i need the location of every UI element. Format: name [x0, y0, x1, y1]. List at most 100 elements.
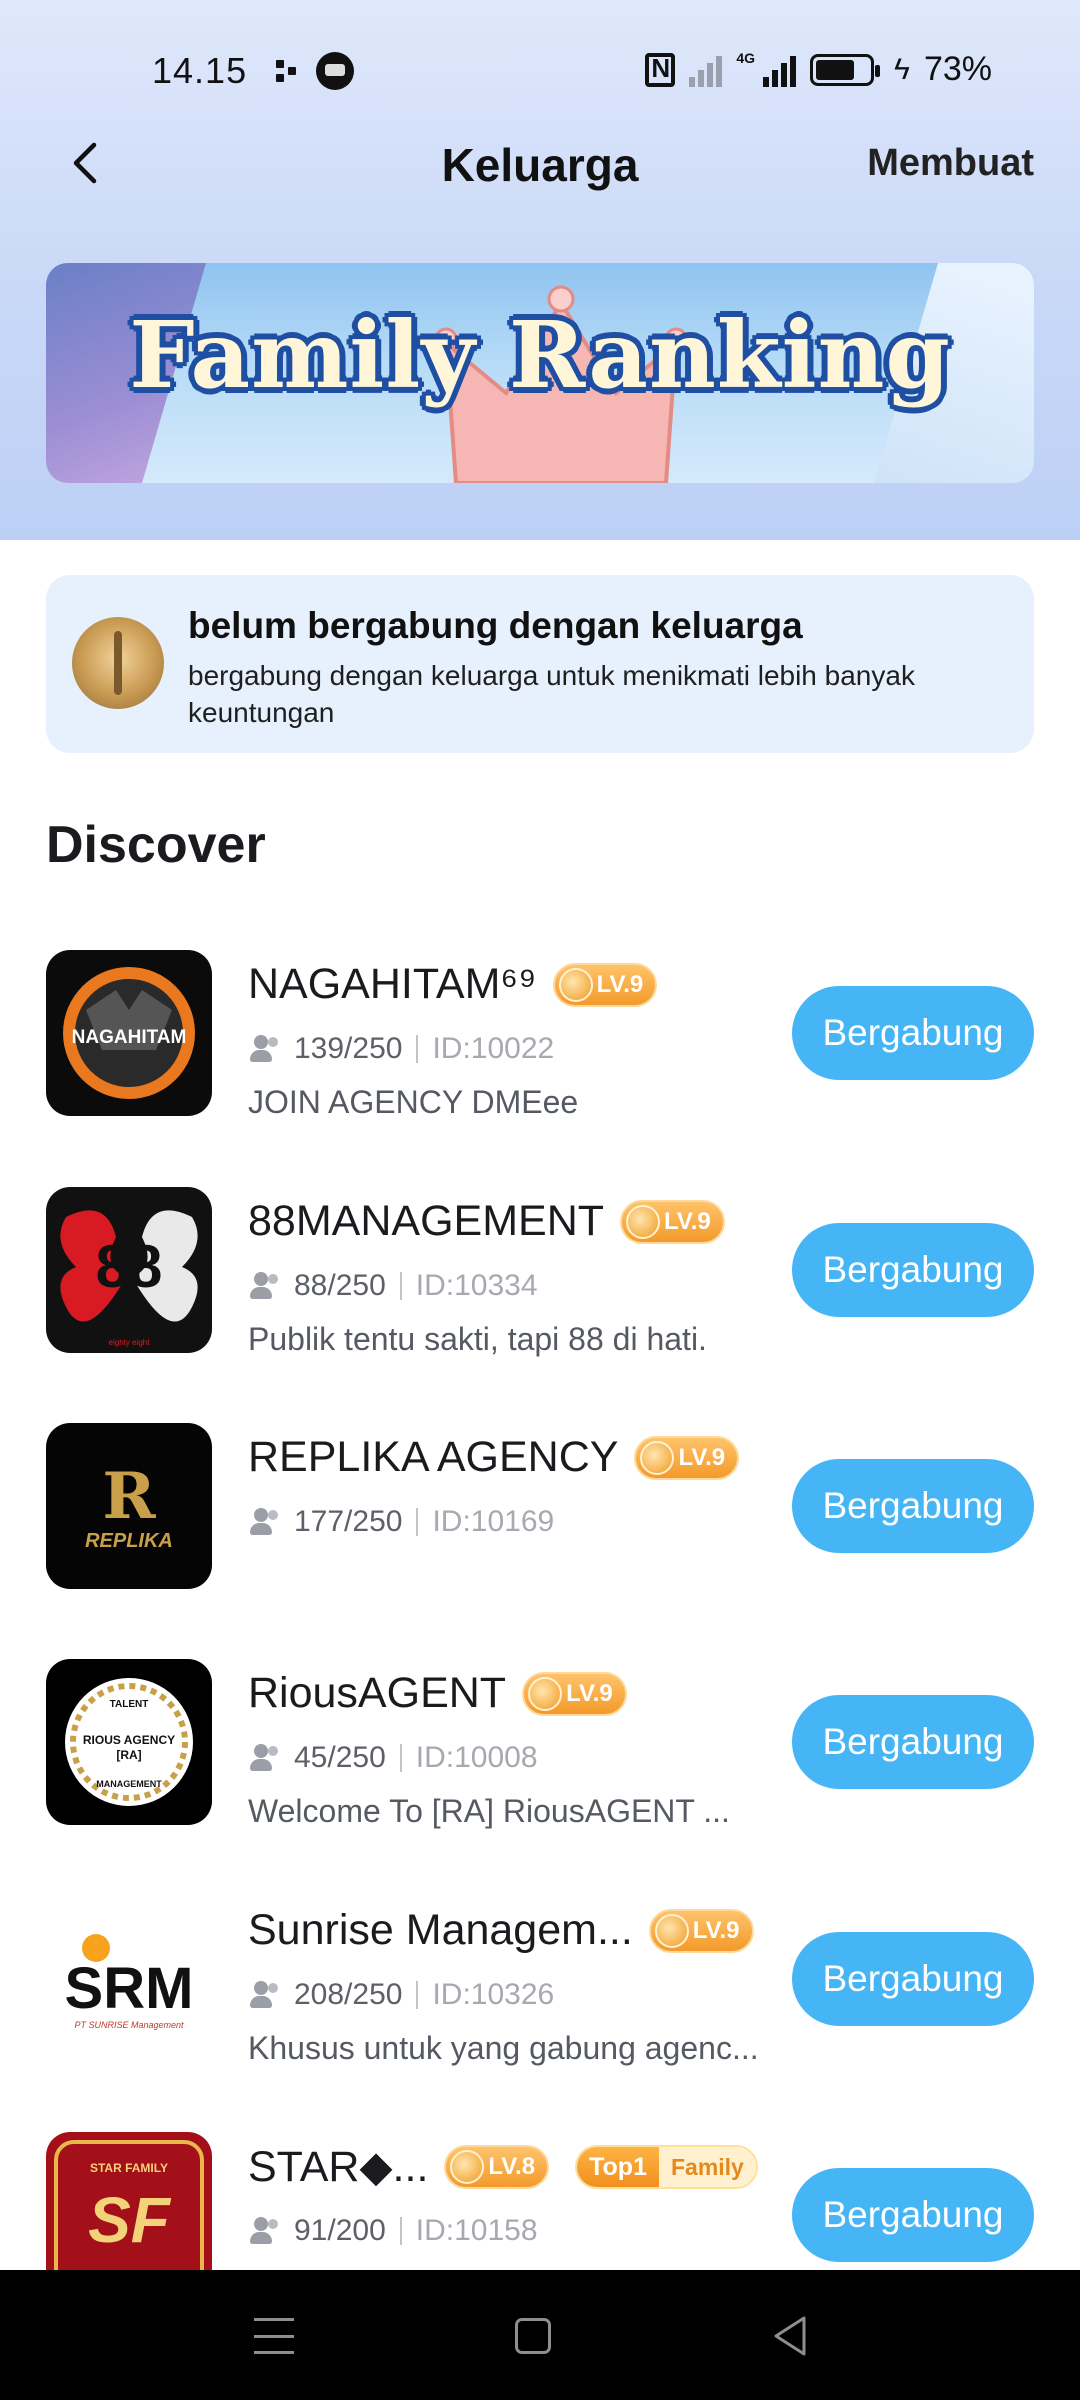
family-avatar: SRM PT SUNRISE Management: [46, 1896, 212, 2062]
family-id: ID:10334: [415, 1269, 538, 1302]
level-coin-icon: [654, 1913, 689, 1948]
level-text: LV.9: [664, 1207, 711, 1235]
family-id: ID:10326: [432, 1978, 555, 2011]
system-navigation-bar: [0, 2270, 1080, 2400]
level-badge: LV.9: [552, 962, 658, 1007]
network-type: 4G: [736, 50, 756, 66]
join-button[interactable]: Bergabung: [792, 1459, 1034, 1553]
family-description: Publik tentu sakti, tapi 88 di hati.: [248, 1321, 707, 1357]
family-description: Welcome To [RA] RiousAGENT ...: [248, 1793, 730, 1829]
level-text: LV.9: [596, 970, 644, 998]
join-button[interactable]: Bergabung: [792, 1695, 1034, 1789]
family-avatar: NAGAHITAM: [46, 950, 212, 1116]
level-coin-icon: [558, 967, 593, 1002]
family-row[interactable]: NAGAHITAM NAGAHITAM⁶⁹ LV.9 139/250 ID:10…: [0, 950, 1080, 1150]
avatar-subtext: eighty eight: [109, 1338, 151, 1347]
family-name: REPLIKA AGENCY: [248, 1433, 619, 1481]
level-badge: LV.8: [444, 2145, 550, 2189]
notification-icons: [276, 52, 354, 90]
members-icon: [250, 1272, 280, 1300]
notification-dots-icon: [276, 60, 298, 82]
level-text: LV.9: [566, 1679, 613, 1707]
level-text: LV.8: [488, 2153, 536, 2180]
level-coin-icon: [626, 1204, 661, 1239]
family-emblem-icon: [72, 617, 164, 709]
family-row[interactable]: R REPLIKA REPLIKA AGENCY LV.9 177/250 ID…: [0, 1423, 1080, 1623]
divider: [416, 1508, 419, 1536]
level-coin-icon: [528, 1676, 563, 1711]
join-button[interactable]: Bergabung: [792, 1223, 1034, 1317]
charging-icon: ϟ: [894, 52, 910, 86]
system-back-button[interactable]: [770, 2314, 810, 2358]
avatar-mark: [RA]: [116, 1748, 141, 1762]
family-id: ID:10008: [415, 1741, 538, 1774]
family-description: JOIN AGENCY DMEee: [248, 1084, 579, 1120]
family-name: STAR◆...: [248, 2143, 429, 2191]
nfc-icon: [645, 52, 676, 87]
top-label: Family: [658, 2147, 756, 2187]
top-family-badge: Top1 Family: [575, 2145, 758, 2189]
family-id: ID:10022: [432, 1032, 555, 1065]
home-button[interactable]: [515, 2318, 551, 2354]
family-status-subtitle: bergabung dengan keluarga untuk menikmat…: [188, 660, 915, 728]
battery-icon: [810, 53, 881, 86]
avatar-bottom-text: MANAGEMENT: [96, 1779, 162, 1789]
join-button[interactable]: Bergabung: [792, 2168, 1034, 2262]
level-text: LV.9: [678, 1443, 726, 1471]
family-row[interactable]: STAR FAMILY SF STAR◆... LV.8 Top1 Family …: [0, 2132, 1080, 2270]
family-row[interactable]: TALENT RIOUS AGENCY [RA] MANAGEMENT Riou…: [0, 1659, 1080, 1859]
divider: [416, 1981, 419, 2009]
members-icon: [250, 1981, 280, 2009]
avatar-subtext: PT SUNRISE Management: [74, 2020, 184, 2030]
level-coin-icon: [640, 1440, 675, 1475]
family-ranking-banner[interactable]: Family Ranking: [46, 263, 1034, 483]
create-family-button[interactable]: Membuat: [867, 142, 1034, 185]
members-icon: [250, 1744, 280, 1772]
status-time: 14.15: [152, 50, 248, 91]
top-rank: Top1: [577, 2147, 659, 2187]
recent-apps-button[interactable]: [254, 2318, 294, 2354]
family-id: ID:10169: [432, 1505, 555, 1538]
battery-percentage: 73%: [923, 50, 992, 88]
join-button[interactable]: Bergabung: [792, 1932, 1034, 2026]
family-avatar: STAR FAMILY SF: [46, 2132, 212, 2270]
system-status-icons: 4G ϟ 73%: [645, 50, 992, 89]
family-row[interactable]: 88 eighty eight 88MANAGEMENT LV.9 88/250…: [0, 1187, 1080, 1387]
family-avatar: R REPLIKA: [46, 1423, 212, 1589]
avatar-mark: R: [102, 1459, 156, 1534]
members-icon: [250, 2217, 280, 2245]
avatar-text: RIOUS AGENCY: [83, 1733, 175, 1747]
avatar-text: SF: [88, 2184, 172, 2256]
avatar-text: NAGAHITAM: [72, 1027, 187, 1048]
level-badge: LV.9: [620, 1199, 725, 1244]
banner-title: Family Ranking: [129, 301, 951, 409]
level-badge: LV.9: [648, 1908, 754, 1953]
family-avatar: 88 eighty eight: [46, 1187, 212, 1353]
member-count: 88/250: [294, 1269, 386, 1302]
family-status-card: belum bergabung dengan keluarga bergabun…: [46, 575, 1034, 753]
status-bar: 14.15 4G ϟ 73%: [0, 0, 1080, 130]
member-count: 177/250: [294, 1505, 403, 1538]
member-count: 45/250: [294, 1741, 386, 1774]
top-app-bar: Keluarga Membuat: [0, 130, 1080, 200]
sim2-signal-icon: [763, 53, 797, 87]
divider: [416, 1035, 419, 1063]
app-notification-icon: [316, 52, 354, 90]
members-icon: [250, 1508, 280, 1536]
level-text: LV.9: [692, 1916, 740, 1944]
family-avatar: TALENT RIOUS AGENCY [RA] MANAGEMENT: [46, 1659, 212, 1825]
avatar-text: REPLIKA: [85, 1530, 173, 1552]
family-row[interactable]: SRM PT SUNRISE Management Sunrise Manage…: [0, 1896, 1080, 2096]
family-status-title: belum bergabung dengan keluarga: [188, 605, 803, 646]
family-name: NAGAHITAM⁶⁹: [248, 960, 537, 1008]
divider: [399, 2217, 402, 2245]
divider: [399, 1744, 402, 1772]
join-button[interactable]: Bergabung: [792, 986, 1034, 1080]
member-count: 91/200: [294, 2214, 386, 2247]
divider: [399, 1272, 402, 1300]
avatar-top-text: STAR FAMILY: [90, 2161, 168, 2175]
avatar-text: SRM: [65, 1956, 194, 2021]
level-badge: LV.9: [522, 1671, 627, 1716]
avatar-text: 88: [96, 1233, 163, 1300]
family-name: RiousAGENT: [248, 1669, 507, 1717]
